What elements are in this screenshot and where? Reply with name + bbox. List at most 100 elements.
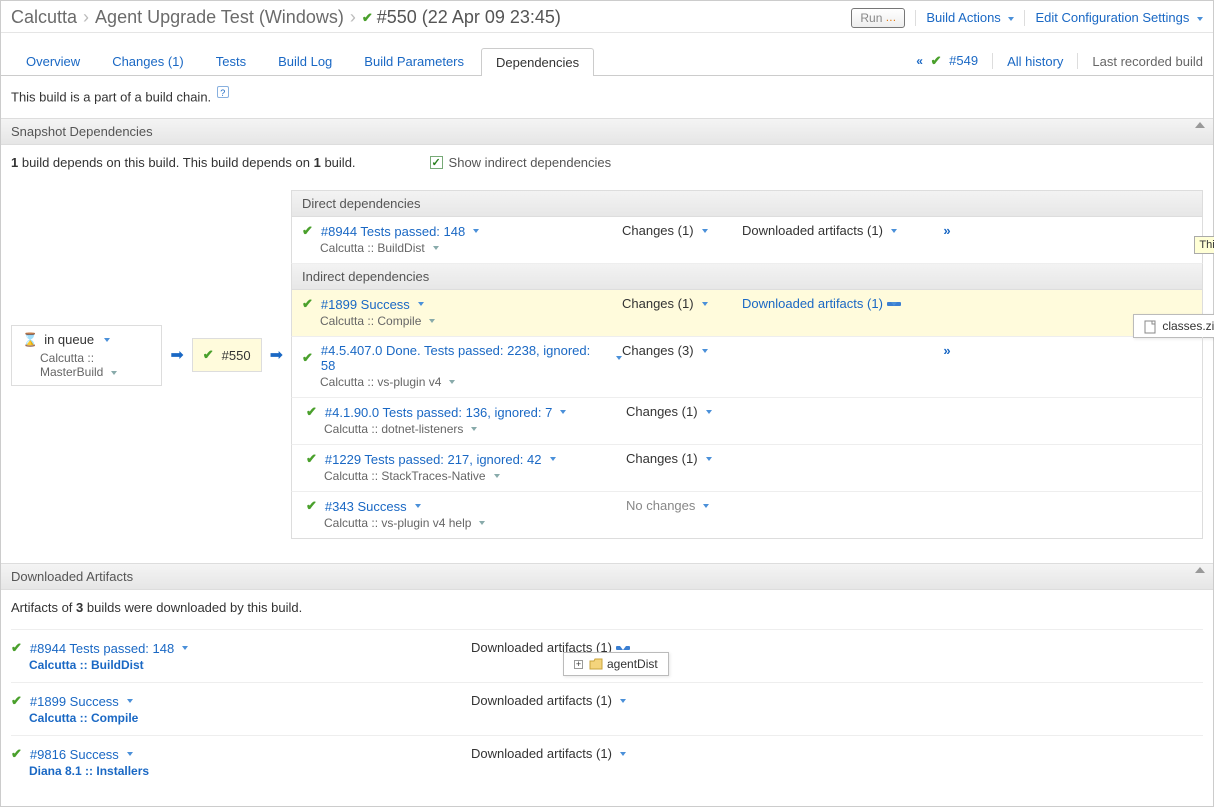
changes-link[interactable]: Changes (1) [622,296,694,311]
collapse-icon[interactable] [1195,122,1205,128]
chain-arrow-icon[interactable]: » [943,223,950,238]
breadcrumb-root[interactable]: Calcutta [11,7,77,28]
hourglass-icon: ⌛ [22,332,38,348]
changes-link[interactable]: Changes (1) [626,451,698,466]
prev-build-link[interactable]: « ✔ #549 [916,53,978,69]
collapse-icon[interactable] [1195,567,1205,573]
dependency-tables: Direct dependencies ✔ #8944 Tests passed… [291,190,1203,539]
dependency-title[interactable]: #1229 Tests passed: 217, ignored: 42 [325,452,542,467]
chevron-down-icon[interactable] [429,319,435,323]
success-icon: ✔ [302,296,313,312]
chevron-down-icon[interactable] [415,504,421,508]
success-icon: ✔ [362,10,373,26]
da-count[interactable]: Downloaded artifacts (1) [471,693,612,708]
chevron-down-icon[interactable] [550,457,556,461]
dependency-title[interactable]: #343 Success [325,499,407,514]
chevron-down-icon[interactable] [479,521,485,525]
section-snapshot-title: Snapshot Dependencies [11,124,153,139]
tab-buildlog[interactable]: Build Log [263,47,347,75]
tooltip: This build depends on 4 builds [1194,236,1214,254]
da-title[interactable]: #8944 Tests passed: 148 [30,641,174,656]
dependency-row: ✔ #1229 Tests passed: 217, ignored: 42 C… [291,445,1203,492]
expand-icon[interactable]: + [574,660,583,669]
chevron-down-icon[interactable] [418,302,424,306]
da-path-link[interactable]: Calcutta :: Compile [29,711,138,725]
chevron-down-icon[interactable] [891,229,897,233]
chevron-down-icon [620,646,626,650]
dependency-row: ✔ #4.5.407.0 Done. Tests passed: 2238, i… [291,337,1203,398]
da-summary: Artifacts of 3 builds were downloaded by… [11,600,1203,615]
chevron-down-icon[interactable] [706,457,712,461]
breadcrumb-build: #550 (22 Apr 09 23:45) [377,7,561,28]
chevron-down-icon[interactable] [433,246,439,250]
chevron-down-icon[interactable] [127,699,133,703]
section-downloaded-header[interactable]: Downloaded Artifacts [1,563,1213,590]
queue-box[interactable]: ⌛ in queue Calcutta :: MasterBuild [11,325,162,386]
chevron-down-icon[interactable] [494,474,500,478]
chain-left-column: ⌛ in queue Calcutta :: MasterBuild ➡ ✔ #… [11,190,291,390]
dependency-title[interactable]: #8944 Tests passed: 148 [321,224,465,239]
dependency-path: Calcutta :: vs-plugin v4 help [324,516,471,530]
chevron-down-icon[interactable] [620,752,626,756]
chain-arrow-icon[interactable]: » [943,343,950,358]
prev-build-number[interactable]: #549 [949,53,978,68]
dependency-row: ✔ #1899 Success Calcutta :: Compile Chan… [291,290,1203,337]
da-count[interactable]: Downloaded artifacts (1) [471,746,612,761]
current-build-box[interactable]: ✔ #550 [192,338,262,372]
divider [1077,53,1078,69]
tab-tests[interactable]: Tests [201,47,261,75]
tab-overview[interactable]: Overview [11,47,95,75]
edit-config-link[interactable]: Edit Configuration Settings [1035,10,1203,25]
chevron-down-icon [1197,17,1203,21]
show-indirect-checkbox[interactable]: ✓ Show indirect dependencies [430,155,612,170]
chevron-down-icon[interactable] [127,752,133,756]
chevron-down-icon[interactable] [702,229,708,233]
chevron-down-icon[interactable] [702,302,708,306]
last-recorded-label: Last recorded build [1092,54,1203,69]
chevron-down-icon[interactable] [104,338,110,342]
breadcrumb-bar: Calcutta › Agent Upgrade Test (Windows) … [1,1,1213,33]
artifacts-link[interactable]: Downloaded artifacts (1) [742,296,883,311]
success-icon: ✔ [931,53,942,69]
chevron-down-icon[interactable] [111,371,117,375]
dependency-title[interactable]: #4.5.407.0 Done. Tests passed: 2238, ign… [321,343,608,373]
da-row: ✔ #8944 Tests passed: 148 Calcutta :: Bu… [11,629,1203,682]
all-history-link[interactable]: All history [1007,54,1063,69]
artifact-popup-label: classes.zip [1162,319,1214,333]
artifacts-link[interactable]: Downloaded artifacts (1) [742,223,883,238]
dependency-title[interactable]: #4.1.90.0 Tests passed: 136, ignored: 7 [325,405,552,420]
da-path-link[interactable]: Diana 8.1 :: Installers [29,764,149,778]
artifacts-dropdown-selected[interactable] [887,302,901,306]
changes-link[interactable]: Changes (1) [626,404,698,419]
chevron-down-icon[interactable] [703,504,709,508]
section-snapshot-header[interactable]: Snapshot Dependencies [1,118,1213,145]
chevron-down-icon[interactable] [560,410,566,414]
changes-link[interactable]: Changes (1) [622,223,694,238]
chevron-down-icon[interactable] [471,427,477,431]
artifact-popup[interactable]: classes.zip [1133,314,1214,338]
build-actions-label: Build Actions [926,10,1000,25]
changes-link[interactable]: Changes (3) [622,343,694,358]
help-icon[interactable]: ? [217,86,229,98]
da-title[interactable]: #9816 Success [30,747,119,762]
tab-dependencies[interactable]: Dependencies [481,48,594,76]
dependency-path: Calcutta :: BuildDist [320,241,425,255]
build-actions-menu[interactable]: Build Actions [926,10,1014,25]
da-title[interactable]: #1899 Success [30,694,119,709]
run-button[interactable]: Run … [851,8,905,28]
breadcrumb-config[interactable]: Agent Upgrade Test (Windows) [95,7,344,28]
tab-buildparams[interactable]: Build Parameters [349,47,479,75]
chevron-down-icon[interactable] [182,646,188,650]
chevron-down-icon[interactable] [706,410,712,414]
success-icon: ✔ [11,746,22,762]
snapshot-summary: 1 build depends on this build. This buil… [11,155,356,170]
da-path-link[interactable]: Calcutta :: BuildDist [29,658,144,672]
chevron-down-icon[interactable] [473,229,479,233]
chevron-down-icon[interactable] [620,699,626,703]
dependency-title[interactable]: #1899 Success [321,297,410,312]
da-dropdown-selected[interactable] [616,646,630,650]
tab-changes[interactable]: Changes (1) [97,47,199,75]
folder-popup[interactable]: + agentDist [563,652,669,676]
chevron-down-icon[interactable] [702,349,708,353]
chevron-down-icon[interactable] [449,380,455,384]
